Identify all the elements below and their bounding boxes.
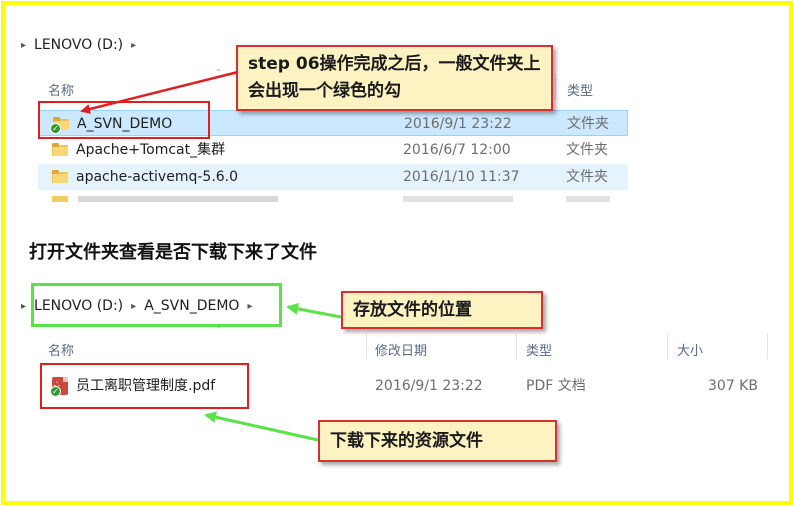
red-arrow — [80, 70, 239, 114]
annotation-arrows — [80, 70, 342, 442]
green-arrow-pdf — [204, 411, 319, 442]
green-arrow-breadcrumb — [286, 302, 342, 319]
